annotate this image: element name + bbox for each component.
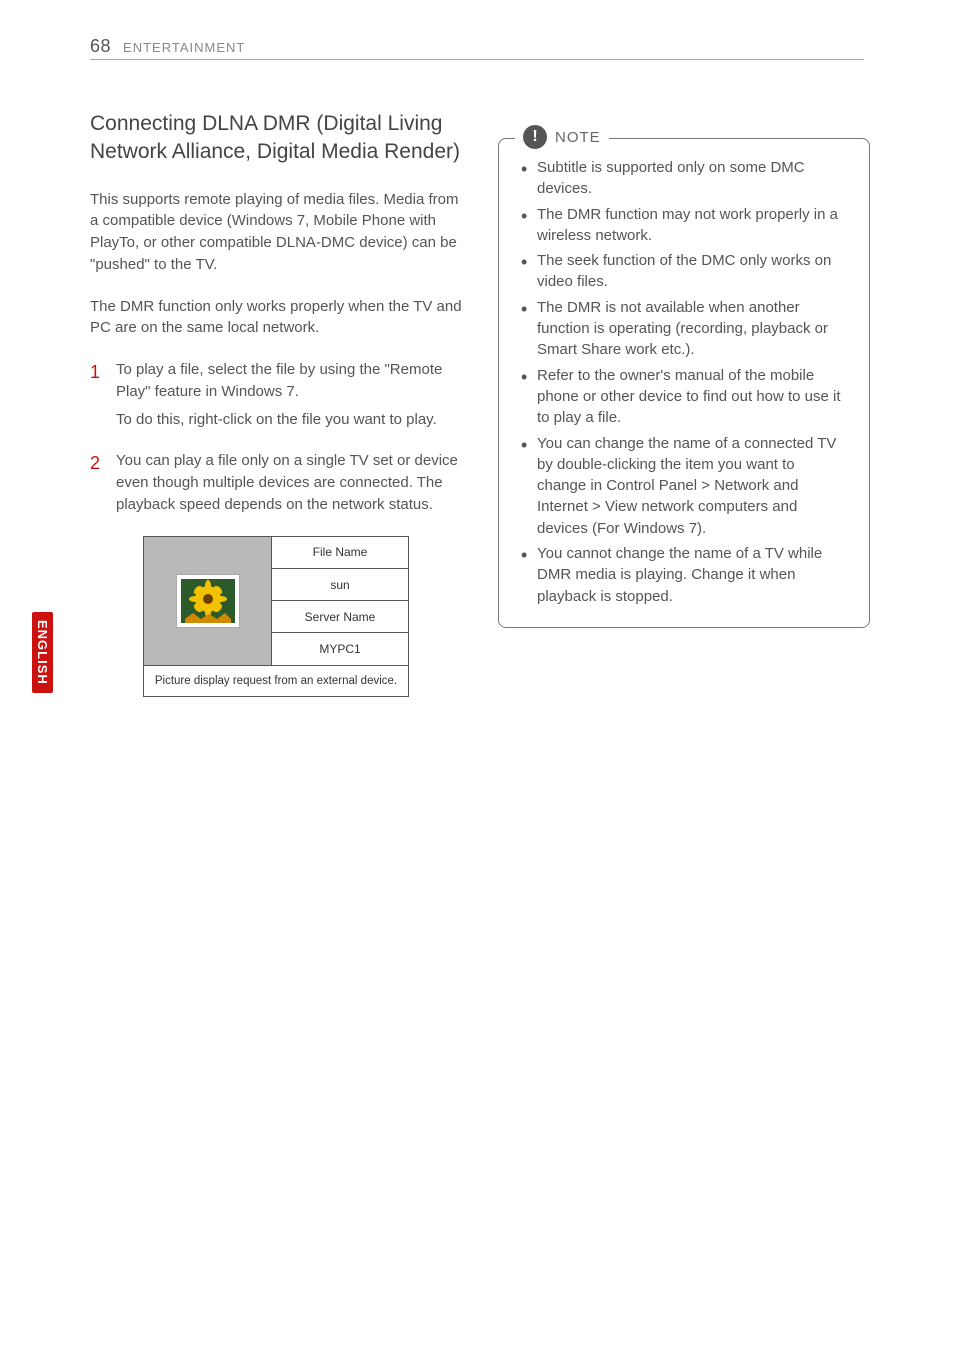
step-number: 2 (90, 450, 104, 521)
step-number: 1 (90, 359, 104, 436)
step-text: To play a file, select the file by using… (116, 359, 462, 403)
page-number: 68 (90, 36, 111, 57)
intro-paragraph-1: This supports remote playing of media fi… (90, 189, 462, 276)
diagram-label-filename: File Name (272, 537, 408, 569)
note-bullet: You can change the name of a connected T… (521, 433, 847, 539)
step-item: 2 You can play a file only on a single T… (90, 450, 462, 521)
note-bullet: The seek function of the DMC only works … (521, 250, 847, 293)
note-box: ! NOTE Subtitle is supported only on som… (498, 138, 870, 628)
diagram-thumb (176, 574, 240, 628)
dmr-diagram: File Name sun Server Name MYPC1 Picture … (143, 536, 409, 697)
note-bullet-list: Subtitle is supported only on some DMC d… (521, 157, 847, 607)
diagram-label-servername: Server Name (272, 601, 408, 633)
subsection-title: Connecting DLNA DMR (Digital Living Netw… (90, 110, 462, 167)
note-title: NOTE (555, 129, 601, 146)
note-bullet: Refer to the owner's manual of the mobil… (521, 365, 847, 429)
page-header: 68 ENTERTAINMENT (90, 36, 864, 60)
language-tab: ENGLISH (32, 612, 53, 693)
step-text: To do this, right-click on the file you … (116, 409, 462, 431)
note-legend: ! NOTE (515, 125, 609, 149)
section-label: ENTERTAINMENT (123, 40, 245, 55)
steps-list: 1 To play a file, select the file by usi… (90, 359, 462, 522)
note-bullet: The DMR function may not work properly i… (521, 204, 847, 247)
step-text: You can play a file only on a single TV … (116, 450, 462, 515)
note-icon: ! (523, 125, 547, 149)
note-bullet: Subtitle is supported only on some DMC d… (521, 157, 847, 200)
note-bullet: The DMR is not available when another fu… (521, 297, 847, 361)
note-bullet: You cannot change the name of a TV while… (521, 543, 847, 607)
diagram-value-mypc1: MYPC1 (272, 633, 408, 664)
step-item: 1 To play a file, select the file by usi… (90, 359, 462, 436)
flower-icon (181, 579, 235, 623)
diagram-caption: Picture display request from an external… (144, 666, 408, 696)
diagram-value-sun: sun (272, 569, 408, 601)
intro-paragraph-2: The DMR function only works properly whe… (90, 296, 462, 340)
diagram-thumb-area (144, 537, 272, 665)
